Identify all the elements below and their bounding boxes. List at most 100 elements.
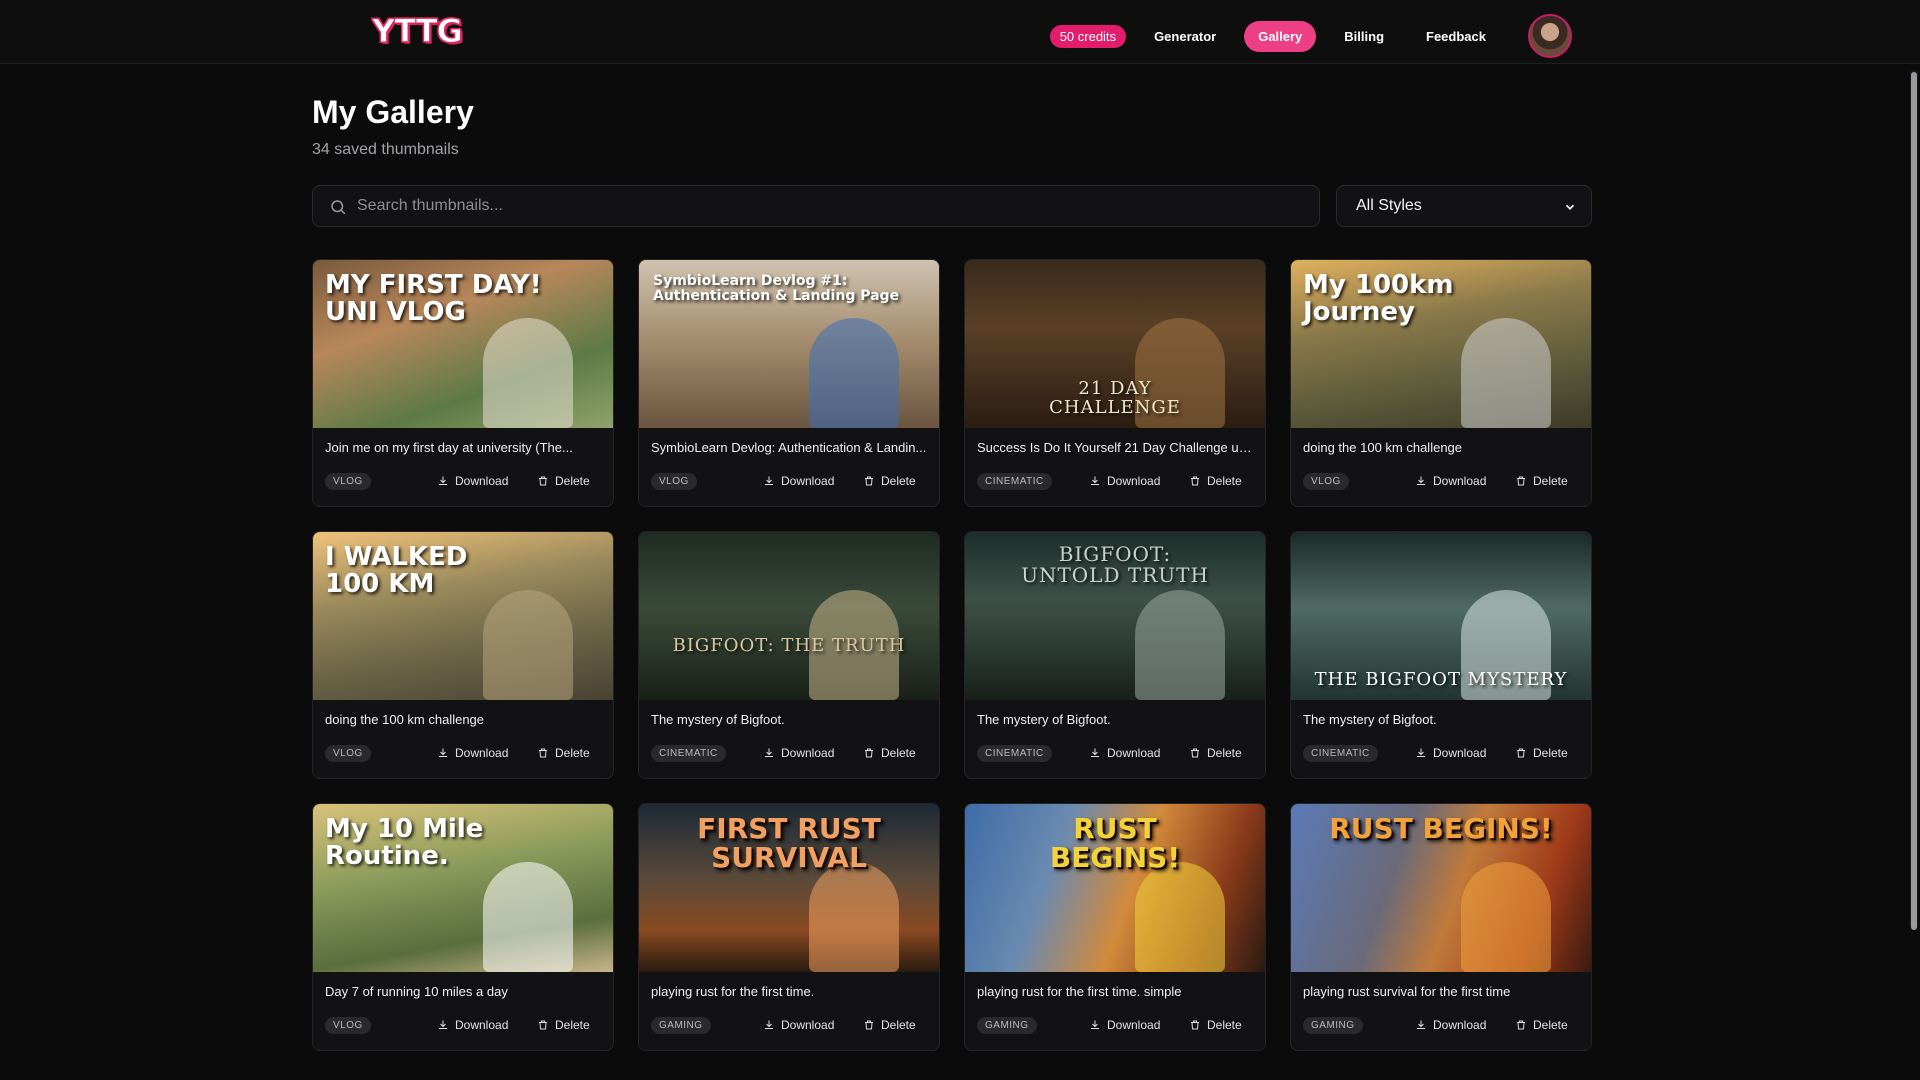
- delete-button[interactable]: Delete: [1515, 1018, 1568, 1032]
- delete-label: Delete: [881, 474, 916, 488]
- card-actions: VLOG Download Delete: [325, 472, 603, 490]
- thumbnail-overlay-text: 21 DAY CHALLENGE: [1049, 378, 1181, 419]
- nav-feedback[interactable]: Feedback: [1412, 21, 1500, 52]
- style-badge: CINEMATIC: [1303, 744, 1378, 762]
- download-button[interactable]: Download: [763, 746, 834, 760]
- delete-button[interactable]: Delete: [537, 746, 590, 760]
- delete-button[interactable]: Delete: [863, 474, 916, 488]
- style-badge: CINEMATIC: [977, 472, 1052, 490]
- thumbnail-overlay-text: I WALKED 100 KM: [325, 542, 468, 600]
- thumbnail-card[interactable]: My 10 Mile Routine. Day 7 of running 10 m…: [312, 803, 614, 1051]
- thumbnail-card[interactable]: FIRST RUST SURVIVAL playing rust for the …: [638, 803, 940, 1051]
- download-button[interactable]: Download: [1415, 746, 1486, 760]
- thumbnail-subject: [483, 318, 573, 428]
- thumbnail-overlay-text: THE BIGFOOT MYSTERY: [1314, 669, 1568, 691]
- download-icon: [439, 748, 447, 757]
- nav-generator[interactable]: Generator: [1140, 21, 1230, 52]
- download-label: Download: [1107, 746, 1161, 760]
- scrollbar[interactable]: [1910, 70, 1918, 930]
- delete-label: Delete: [1207, 1018, 1242, 1032]
- download-label: Download: [781, 746, 835, 760]
- thumbnail-card[interactable]: RUST BEGINS! playing rust survival for th…: [1290, 803, 1592, 1051]
- style-badge: VLOG: [651, 472, 697, 490]
- thumbnail-card[interactable]: SymbioLearn Devlog #1: Authentication & …: [638, 259, 940, 507]
- filter-bar: All Styles: [312, 185, 1594, 227]
- scrollbar-thumb[interactable]: [1911, 72, 1917, 930]
- thumbnail-description: playing rust for the first time.: [651, 984, 815, 999]
- download-label: Download: [781, 1018, 835, 1032]
- download-icon: [1091, 1020, 1099, 1029]
- trash-icon: [1517, 1020, 1525, 1030]
- thumbnail-card[interactable]: MY FIRST DAY! UNI VLOG Join me on my firs…: [312, 259, 614, 507]
- search-icon: [331, 200, 346, 215]
- thumbnail-card[interactable]: BIGFOOT: UNTOLD TRUTH The mystery of Bigf…: [964, 531, 1266, 779]
- thumbnail-image[interactable]: My 10 Mile Routine.: [313, 804, 613, 972]
- download-button[interactable]: Download: [437, 746, 508, 760]
- brand-logo[interactable]: YTTG: [372, 12, 464, 51]
- thumbnail-image[interactable]: SymbioLearn Devlog #1: Authentication & …: [639, 260, 939, 428]
- download-icon: [439, 476, 447, 485]
- download-button[interactable]: Download: [1089, 746, 1160, 760]
- trash-icon: [865, 1020, 873, 1030]
- trash-icon: [1191, 1020, 1199, 1030]
- thumbnail-overlay-text: BIGFOOT: UNTOLD TRUTH: [1021, 542, 1209, 587]
- thumbnail-image[interactable]: BIGFOOT: UNTOLD TRUTH: [965, 532, 1265, 700]
- download-button[interactable]: Download: [1415, 1018, 1486, 1032]
- delete-button[interactable]: Delete: [1515, 474, 1568, 488]
- delete-button[interactable]: Delete: [1515, 746, 1568, 760]
- trash-icon: [865, 476, 873, 486]
- thumbnail-image[interactable]: I WALKED 100 KM: [313, 532, 613, 700]
- delete-button[interactable]: Delete: [863, 746, 916, 760]
- style-filter-value: All Styles: [1356, 197, 1422, 214]
- thumbnail-image[interactable]: MY FIRST DAY! UNI VLOG: [313, 260, 613, 428]
- delete-label: Delete: [881, 746, 916, 760]
- download-button[interactable]: Download: [763, 1018, 834, 1032]
- download-button[interactable]: Download: [1089, 1018, 1160, 1032]
- download-label: Download: [1433, 746, 1487, 760]
- delete-button[interactable]: Delete: [1189, 746, 1242, 760]
- delete-label: Delete: [1533, 1018, 1568, 1032]
- download-label: Download: [455, 746, 509, 760]
- download-button[interactable]: Download: [763, 474, 834, 488]
- thumbnail-subject: [1135, 862, 1225, 972]
- download-button[interactable]: Download: [1089, 474, 1160, 488]
- page-subtitle: 34 saved thumbnails: [312, 141, 459, 158]
- thumbnail-subject: [1135, 590, 1225, 700]
- delete-button[interactable]: Delete: [537, 1018, 590, 1032]
- delete-button[interactable]: Delete: [1189, 474, 1242, 488]
- delete-button[interactable]: Delete: [1189, 1018, 1242, 1032]
- style-filter-select[interactable]: All Styles: [1336, 185, 1592, 227]
- thumbnail-overlay-text: RUST BEGINS!: [1049, 812, 1181, 875]
- card-actions: CINEMATIC Download Delete: [977, 744, 1255, 762]
- thumbnail-image[interactable]: THE BIGFOOT MYSTERY: [1291, 532, 1591, 700]
- thumbnail-image[interactable]: FIRST RUST SURVIVAL: [639, 804, 939, 972]
- trash-icon: [1191, 748, 1199, 758]
- thumbnail-subject: [1461, 862, 1551, 972]
- search-input[interactable]: [357, 186, 1297, 226]
- thumbnail-image[interactable]: My 100km Journey: [1291, 260, 1591, 428]
- download-label: Download: [455, 474, 509, 488]
- credits-badge[interactable]: 50 credits: [1049, 24, 1127, 48]
- download-button[interactable]: Download: [1415, 474, 1486, 488]
- thumbnail-image[interactable]: BIGFOOT: THE TRUTH: [639, 532, 939, 700]
- thumbnail-card[interactable]: THE BIGFOOT MYSTERY The mystery of Bigfoo…: [1290, 531, 1592, 779]
- thumbnail-card[interactable]: BIGFOOT: THE TRUTH The mystery of Bigfoot…: [638, 531, 940, 779]
- download-button[interactable]: Download: [437, 474, 508, 488]
- delete-button[interactable]: Delete: [537, 474, 590, 488]
- style-badge: VLOG: [325, 744, 371, 762]
- nav-gallery[interactable]: Gallery: [1244, 20, 1317, 52]
- thumbnail-card[interactable]: 21 DAY CHALLENGE Success Is Do It Yoursel…: [964, 259, 1266, 507]
- top-navbar: YTTG 50 credits Generator Gallery Billin…: [0, 0, 1920, 64]
- download-button[interactable]: Download: [437, 1018, 508, 1032]
- user-avatar[interactable]: [1528, 14, 1572, 58]
- nav-billing[interactable]: Billing: [1330, 21, 1398, 52]
- thumbnail-image[interactable]: RUST BEGINS!: [965, 804, 1265, 972]
- delete-button[interactable]: Delete: [863, 1018, 916, 1032]
- thumbnail-image[interactable]: RUST BEGINS!: [1291, 804, 1591, 972]
- thumbnail-image[interactable]: 21 DAY CHALLENGE: [965, 260, 1265, 428]
- thumbnail-card[interactable]: RUST BEGINS! playing rust for the first t…: [964, 803, 1266, 1051]
- thumbnail-description: Success Is Do It Yourself 21 Day Challen…: [977, 440, 1255, 455]
- thumbnail-card[interactable]: I WALKED 100 KM doing the 100 km challeng…: [312, 531, 614, 779]
- thumbnail-overlay-text: SymbioLearn Devlog #1: Authentication & …: [653, 273, 900, 304]
- thumbnail-card[interactable]: My 100km Journey doing the 100 km challen…: [1290, 259, 1592, 507]
